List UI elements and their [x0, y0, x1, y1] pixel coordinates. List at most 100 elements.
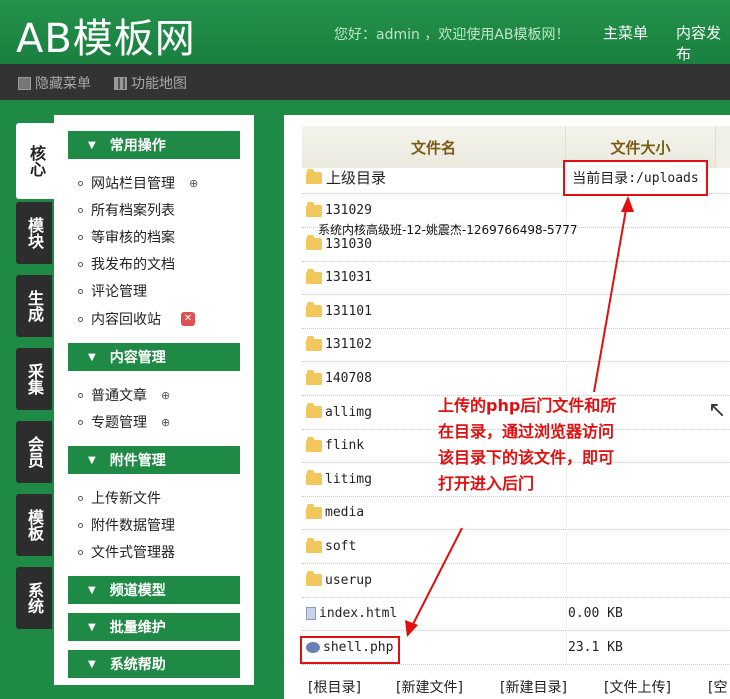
folder-link[interactable]: 140708: [306, 369, 372, 386]
sidebar-item-special[interactable]: 专题管理 ⊕: [78, 412, 170, 432]
group-system-help[interactable]: ▼ 系统帮助: [68, 650, 240, 678]
column-header-overflow: [716, 126, 730, 168]
folder-row[interactable]: 131102: [302, 329, 730, 363]
group-channel-model[interactable]: ▼ 频道模型: [68, 576, 240, 604]
updir-link[interactable]: 上级目录: [306, 167, 386, 188]
vtab-member[interactable]: 会员: [16, 421, 52, 483]
sidebar-item-all-archives[interactable]: 所有档案列表: [78, 200, 175, 220]
vtab-template[interactable]: 模板: [16, 494, 52, 556]
bullet-icon: [78, 549, 83, 555]
chevron-down-icon: ▼: [88, 351, 96, 363]
folder-name: 131101: [325, 303, 372, 319]
sidebar-item-label: 等审核的档案: [91, 230, 175, 246]
sidebar-item-column-manage[interactable]: 网站栏目管理 ⊕: [78, 173, 198, 193]
vtab-collect[interactable]: 采集: [16, 348, 52, 410]
folder-icon: [306, 403, 322, 419]
root-dir-button[interactable]: [根目录]: [308, 677, 361, 697]
folder-up-icon: [306, 168, 322, 184]
folder-link[interactable]: litimg: [306, 470, 372, 487]
vtab-generate[interactable]: 生成: [16, 275, 52, 337]
new-dir-button[interactable]: [新建目录]: [500, 677, 567, 697]
folder-row[interactable]: soft: [302, 531, 730, 564]
bullet-icon: [78, 419, 83, 425]
current-dir-path: :/uploads: [628, 170, 699, 186]
folder-link[interactable]: 131030: [306, 235, 372, 252]
shell-highlight-box: [300, 636, 400, 664]
folder-row[interactable]: 131031: [302, 262, 730, 296]
sidebar-item-label: 所有档案列表: [91, 203, 175, 219]
folder-link[interactable]: soft: [306, 537, 357, 554]
folder-link[interactable]: media: [306, 503, 364, 520]
folder-name: 140708: [325, 371, 372, 386]
vtab-system[interactable]: 系统: [16, 567, 52, 629]
bullet-icon: [78, 234, 83, 240]
html-file-icon: [306, 607, 316, 621]
add-icon[interactable]: ⊕: [161, 416, 170, 429]
folder-icon: [306, 302, 322, 318]
sidebar-item-label: 我发布的文档: [91, 257, 175, 273]
bullet-icon: [78, 316, 83, 322]
mouse-cursor-icon: ↖: [708, 398, 727, 423]
chevron-down-icon: ▼: [88, 139, 96, 151]
group-common-ops[interactable]: ▼ 常用操作: [68, 131, 240, 159]
hide-menu-button[interactable]: 隐藏菜单: [18, 73, 91, 93]
group-content-manage[interactable]: ▼ 内容管理: [68, 343, 240, 371]
sidebar-item-upload[interactable]: 上传新文件: [78, 488, 161, 508]
sidebar-item-label: 专题管理: [91, 415, 147, 431]
folder-row[interactable]: userup: [302, 564, 730, 598]
group-title: 内容管理: [109, 350, 166, 366]
folder-link[interactable]: allimg: [306, 403, 372, 420]
empty-button[interactable]: [空: [708, 677, 727, 697]
folder-icon: [306, 235, 322, 251]
sidebar-item-my-docs[interactable]: 我发布的文档: [78, 254, 175, 274]
folder-name: 131031: [325, 270, 372, 286]
group-title: 系统帮助: [109, 657, 166, 673]
sidebar-item-article[interactable]: 普通文章 ⊕: [78, 385, 170, 405]
vtab-core[interactable]: 核心: [16, 123, 56, 199]
folder-row[interactable]: 140708: [302, 363, 730, 396]
sidebar-item-label: 评论管理: [91, 284, 147, 300]
folder-icon: [306, 268, 322, 284]
nav-main-menu[interactable]: 主菜单: [603, 22, 648, 43]
grid-icon: [114, 76, 127, 90]
trash-icon[interactable]: ✕: [181, 312, 195, 326]
current-dir-box: 当前目录:/uploads: [563, 160, 708, 196]
new-file-button[interactable]: [新建文件]: [396, 677, 463, 697]
sidebar-item-label: 普通文章: [91, 388, 147, 404]
column-divider: [566, 363, 567, 395]
add-icon[interactable]: ⊕: [161, 389, 170, 402]
folder-link[interactable]: userup: [306, 571, 372, 588]
folder-icon: [306, 335, 322, 351]
column-divider: [566, 631, 567, 664]
bullet-icon: [78, 288, 83, 294]
sidebar-item-recycle[interactable]: 内容回收站 ✕: [78, 309, 195, 329]
nav-content-publish[interactable]: 内容发布: [676, 22, 730, 64]
file-row[interactable]: index.html 0.00 KB: [302, 598, 730, 632]
add-icon[interactable]: ⊕: [189, 177, 198, 190]
group-attachments[interactable]: ▼ 附件管理: [68, 446, 240, 474]
function-map-button[interactable]: 功能地图: [114, 73, 187, 93]
folder-link[interactable]: 131031: [306, 268, 372, 286]
vtab-module[interactable]: 模块: [16, 202, 52, 264]
sub-toolbar: 隐藏菜单 功能地图: [0, 64, 730, 100]
folder-row[interactable]: 131101: [302, 295, 730, 329]
upload-file-button[interactable]: [文件上传]: [604, 677, 671, 697]
sidebar-item-comments[interactable]: 评论管理: [78, 281, 147, 301]
file-link[interactable]: index.html: [306, 606, 397, 621]
column-divider: [566, 295, 567, 328]
folder-link[interactable]: 131029: [306, 201, 372, 218]
bullet-icon: [78, 180, 83, 186]
group-title: 常用操作: [109, 138, 166, 154]
folder-name: soft: [325, 539, 357, 554]
sidebar-item-file-manager[interactable]: 文件式管理器: [78, 542, 175, 562]
folder-link[interactable]: 131101: [306, 302, 372, 319]
column-divider: [566, 262, 567, 295]
bullet-icon: [78, 261, 83, 267]
sidebar-item-label: 网站栏目管理: [91, 176, 175, 192]
sidebar-item-attach-data[interactable]: 附件数据管理: [78, 515, 175, 535]
folder-link[interactable]: flink: [306, 436, 364, 453]
folder-link[interactable]: 131102: [306, 335, 372, 352]
group-batch-maintain[interactable]: ▼ 批量维护: [68, 613, 240, 641]
folder-row[interactable]: media: [302, 497, 730, 531]
sidebar-item-pending[interactable]: 等审核的档案: [78, 227, 175, 247]
